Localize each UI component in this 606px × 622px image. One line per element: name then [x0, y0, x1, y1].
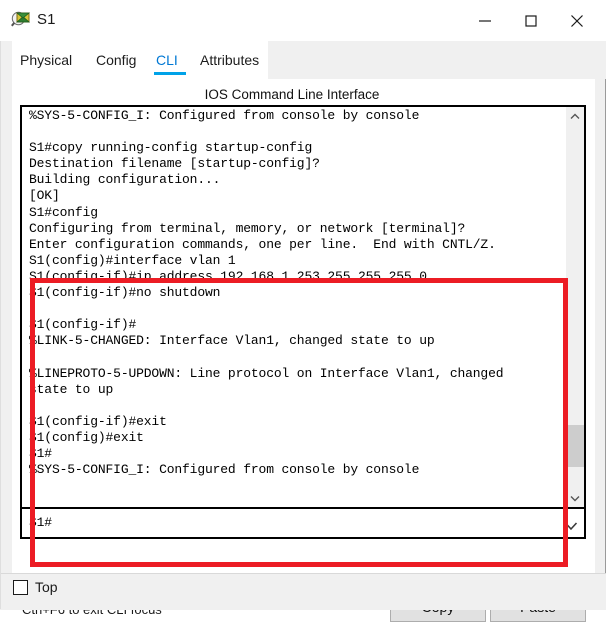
terminal-line: state to up: [29, 381, 114, 397]
terminal-line: %LINEPROTO-5-UPDOWN: Line protocol on In…: [29, 365, 504, 381]
terminal-line: Enter configuration commands, one per li…: [29, 236, 496, 252]
top-checkbox-label: Top: [35, 579, 58, 595]
tab-cli-active-indicator: [154, 72, 186, 75]
terminal-line: S1(config-if)#exit: [29, 413, 167, 429]
window-title: S1: [37, 11, 56, 28]
window-left-edge: [0, 41, 1, 609]
terminal-line: S1(config)#interface vlan 1: [29, 252, 236, 268]
terminal-line: S1(config-if)#: [29, 317, 137, 333]
panel-caption: IOS Command Line Interface: [204, 87, 380, 102]
terminal-line: S1#config: [29, 204, 98, 220]
bottom-bar: [0, 573, 606, 610]
terminal-text: %SYS-5-CONFIG_I: Configured from console…: [29, 108, 566, 478]
terminal-line: [OK]: [29, 188, 60, 204]
terminal-line: S1(config-if)#ip address 192.168.1.253 2…: [29, 268, 427, 284]
cli-panel: IOS Command Line Interface %SYS-5-CONFIG…: [12, 79, 595, 622]
command-history-dropdown-icon[interactable]: [564, 518, 578, 536]
scrollbar-up-button[interactable]: [566, 107, 584, 125]
tab-physical[interactable]: Physical: [20, 41, 72, 79]
tab-attributes[interactable]: Attributes: [200, 41, 259, 79]
maximize-button[interactable]: [508, 0, 554, 41]
tab-strip: Physical Config CLI Attributes: [0, 41, 606, 79]
tab-config[interactable]: Config: [96, 41, 136, 79]
minimize-button[interactable]: [462, 0, 508, 41]
terminal-line: S1#: [29, 445, 52, 461]
terminal-line: %SYS-5-CONFIG_I: Configured from console…: [29, 108, 420, 123]
terminal-viewport: %SYS-5-CONFIG_I: Configured from console…: [22, 107, 566, 507]
terminal-line: %SYS-5-CONFIG_I: Configured from console…: [29, 462, 420, 478]
terminal-output-area[interactable]: %SYS-5-CONFIG_I: Configured from console…: [20, 105, 586, 509]
packet-tracer-device-icon: [11, 10, 31, 30]
title-bar: S1: [0, 0, 606, 41]
terminal-line: Destination filename [startup-config]?: [29, 156, 320, 172]
terminal-line: Building configuration...: [29, 172, 221, 188]
terminal-line: S1(config)#exit: [29, 429, 144, 445]
command-input-value: S1#: [29, 515, 52, 530]
terminal-scrollbar[interactable]: [566, 107, 584, 507]
terminal-line: Configuring from terminal, memory, or ne…: [29, 220, 466, 236]
top-checkbox[interactable]: [13, 580, 28, 595]
scrollbar-down-button[interactable]: [566, 489, 584, 507]
terminal-line: S1(config-if)#no shutdown: [29, 285, 221, 301]
terminal-line: S1#copy running-config startup-config: [29, 140, 313, 156]
close-button[interactable]: [554, 0, 600, 41]
cli-window: S1 Physical Config CLI Attributes IOS Co…: [0, 0, 606, 622]
terminal-line: %LINK-5-CHANGED: Interface Vlan1, change…: [29, 333, 435, 349]
scrollbar-thumb[interactable]: [566, 425, 584, 467]
command-input[interactable]: S1#: [20, 509, 586, 539]
